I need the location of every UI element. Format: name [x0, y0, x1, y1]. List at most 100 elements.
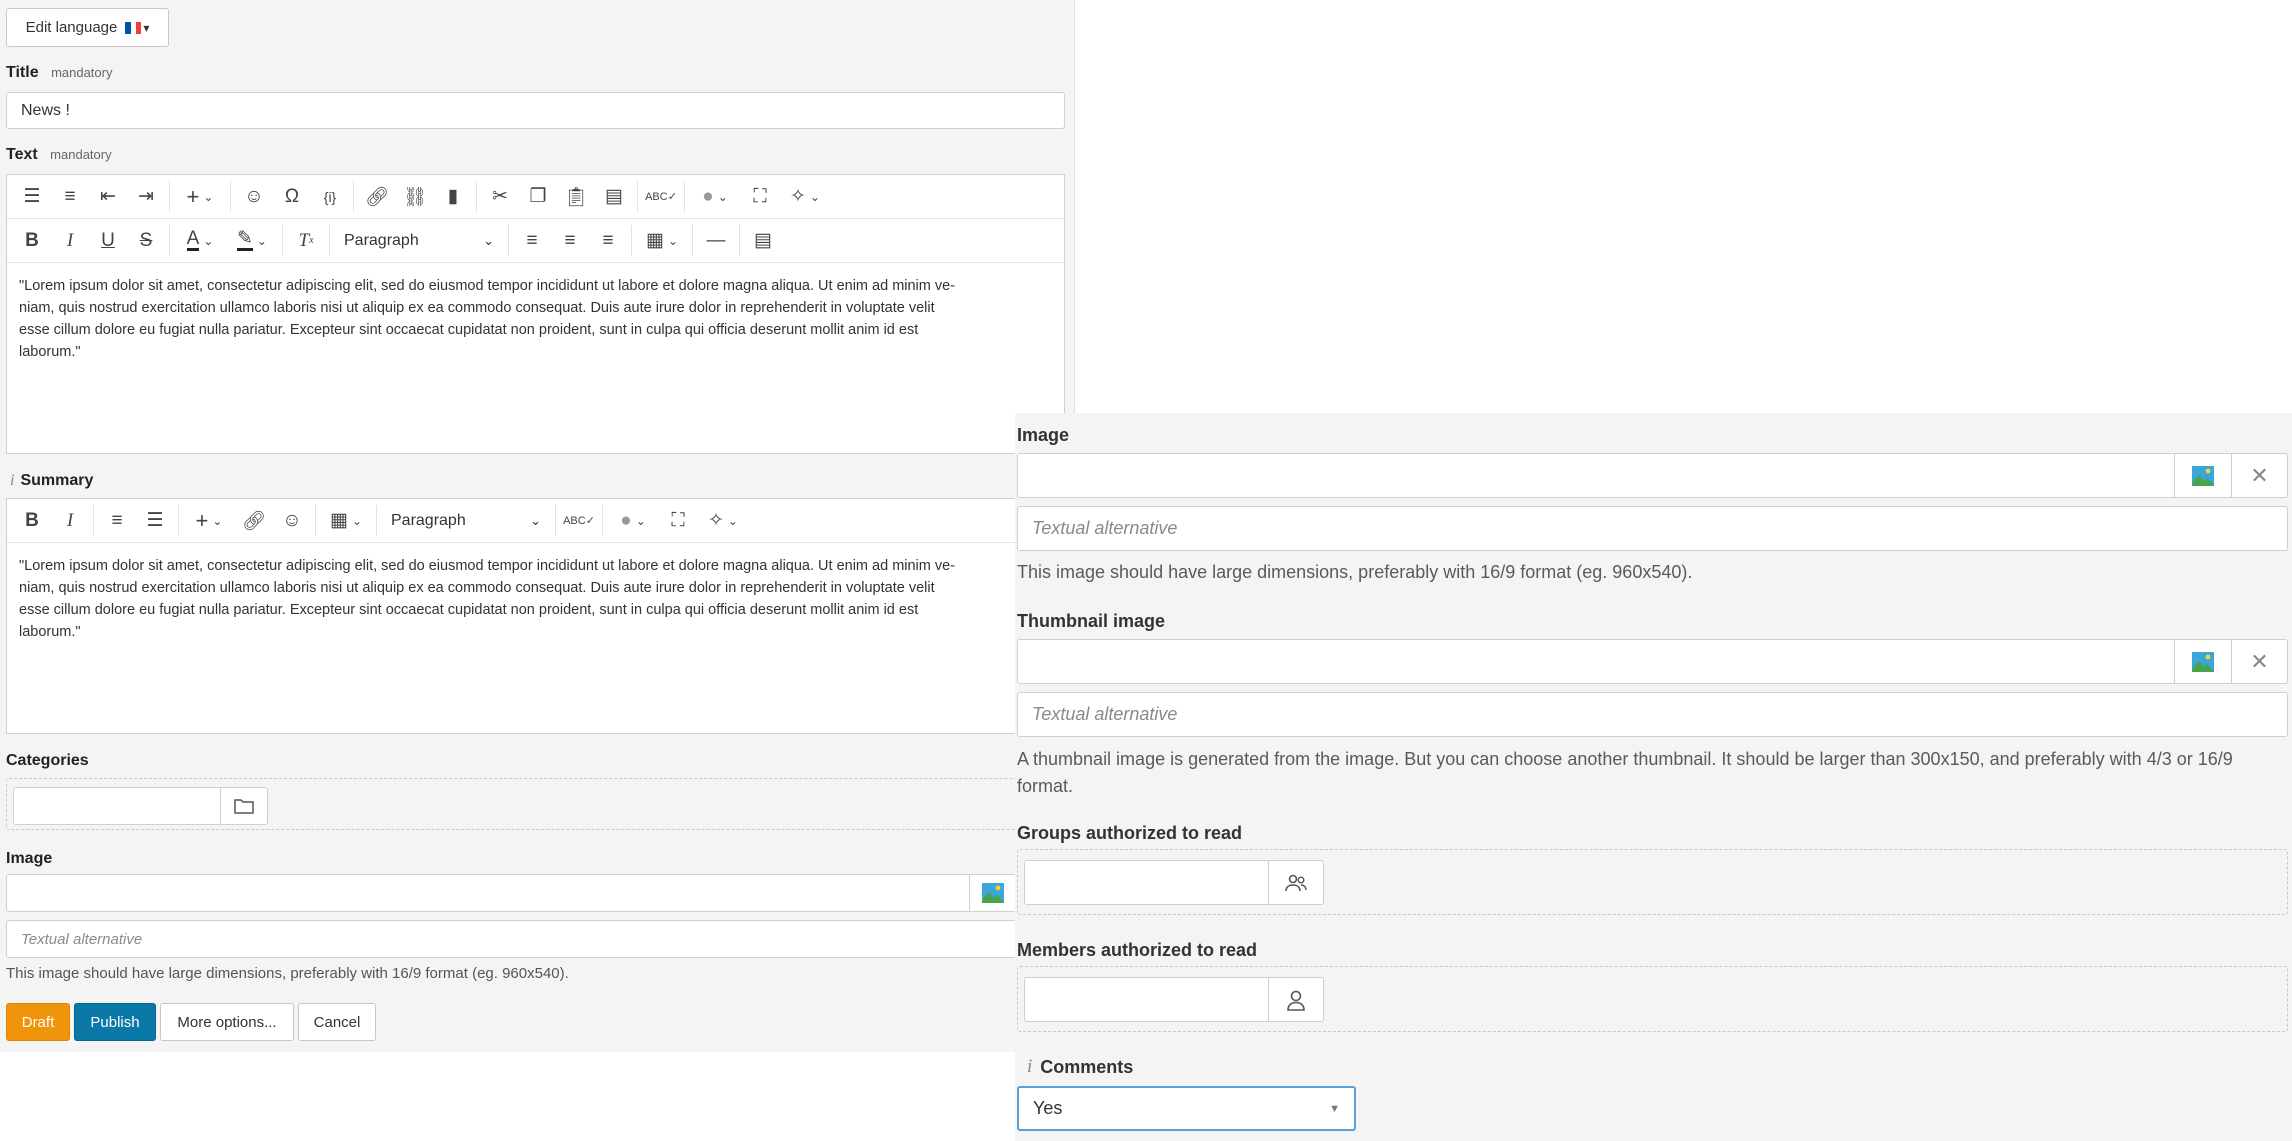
image-picker-button[interactable] [2174, 453, 2232, 498]
outdent-icon[interactable]: ⇤ [89, 175, 127, 218]
table-icon[interactable]: ▦ ⌄ [320, 499, 372, 542]
paste-text-icon[interactable]: ▤ [595, 175, 633, 218]
spellcheck-icon[interactable]: ABC✓ [642, 175, 680, 218]
numbered-list-icon[interactable]: ≡ [98, 499, 136, 542]
publish-button[interactable]: Publish [74, 1003, 156, 1041]
text-editor-content[interactable]: "Lorem ipsum dolor sit amet, consectetur… [7, 263, 1064, 453]
left-image-picker-button[interactable] [969, 874, 1017, 912]
left-image-alt-input[interactable]: Textual alternative [6, 920, 1065, 958]
text-label: Text [6, 146, 38, 163]
magic-icon[interactable]: ✧ ⌄ [697, 499, 749, 542]
summary-line: laborum." [19, 624, 81, 640]
indent-icon[interactable]: ⇥ [127, 175, 165, 218]
image-input[interactable] [1017, 453, 2175, 498]
thumbnail-input[interactable] [1017, 639, 2175, 684]
language-icon[interactable]: ● ⌄ [689, 175, 741, 218]
text-line: laborum." [19, 344, 81, 360]
image-help: This image should have large dimensions,… [1017, 562, 1693, 582]
summary-line: "Lorem ipsum dolor sit amet, consectetur… [19, 558, 956, 574]
groups-input[interactable] [1024, 860, 1269, 905]
bullet-list-icon[interactable]: ☰ [136, 499, 174, 542]
bold-icon[interactable]: B [13, 219, 51, 262]
toolbar-separator [631, 225, 632, 256]
unlink-icon[interactable]: ⛓︎ [396, 175, 434, 218]
members-box [1017, 966, 2288, 1032]
left-image-label: Image [6, 850, 53, 867]
fullscreen-icon[interactable]: ⛶ [659, 499, 697, 542]
groups-picker-button[interactable] [1268, 860, 1324, 905]
insert-icon[interactable]: + ⌄ [183, 499, 235, 542]
text-line: "Lorem ipsum dolor sit amet, consectetur… [19, 278, 956, 294]
members-input[interactable] [1024, 977, 1269, 1022]
italic-icon[interactable]: I [51, 499, 89, 542]
image-alt-input[interactable]: Textual alternative [1017, 506, 2288, 551]
groups-box [1017, 849, 2288, 915]
chevron-down-icon: ⌄ [483, 232, 494, 248]
source-icon[interactable]: ▤ [744, 219, 782, 262]
align-right-icon[interactable]: ≡ [589, 219, 627, 262]
cut-icon[interactable]: ✂ [481, 175, 519, 218]
members-picker-button[interactable] [1268, 977, 1324, 1022]
chevron-down-icon: ⌄ [530, 512, 541, 528]
caret-down-icon: ▼ [1329, 1102, 1340, 1115]
folder-button[interactable] [220, 787, 268, 825]
text-format-select[interactable]: Paragraph ⌄ [334, 219, 504, 262]
language-icon[interactable]: ● ⌄ [607, 499, 659, 542]
user-icon [1287, 990, 1305, 1011]
toolbar-separator [684, 181, 685, 212]
right-edit-panel: Image ✕ Textual alternative This image s… [1015, 413, 2292, 1141]
edit-language-button[interactable]: Edit language ▾ [6, 8, 169, 47]
toolbar-separator [739, 225, 740, 256]
left-image-input[interactable] [6, 874, 970, 912]
summary-format-select[interactable]: Paragraph ⌄ [381, 499, 551, 542]
summary-format-label: Paragraph [391, 511, 466, 529]
underline-icon[interactable]: U [89, 219, 127, 262]
code-braces-icon[interactable]: {i} [311, 175, 349, 218]
align-left-icon[interactable]: ≡ [513, 219, 551, 262]
omega-icon[interactable]: Ω [273, 175, 311, 218]
thumbnail-picker-button[interactable] [2174, 639, 2232, 684]
highlight-color-icon[interactable]: ✎ ⌄ [226, 219, 278, 262]
thumbnail-clear-button[interactable]: ✕ [2231, 639, 2288, 684]
paste-icon[interactable]: 📋︎ [557, 175, 595, 218]
link-icon[interactable]: 🔗︎ [235, 499, 273, 542]
fullscreen-icon[interactable]: ⛶ [741, 175, 779, 218]
insert-icon[interactable]: + ⌄ [174, 175, 226, 218]
emoji-icon[interactable]: ☺ [273, 499, 311, 542]
image-clear-button[interactable]: ✕ [2231, 453, 2288, 498]
strikethrough-icon[interactable]: S [127, 219, 165, 262]
cancel-button[interactable]: Cancel [298, 1003, 376, 1041]
summary-editor-content[interactable]: "Lorem ipsum dolor sit amet, consectetur… [7, 543, 1064, 733]
text-editor: ☰ ≡ ⇤ ⇥ + ⌄ ☺ Ω {i} 🔗︎ ⛓︎ ▮ ✂ ❐ 📋︎ ▤ ABC✓… [6, 174, 1065, 454]
bold-icon[interactable]: B [13, 499, 51, 542]
image-icon [982, 883, 1004, 903]
comments-select[interactable]: Yes ▼ [1017, 1086, 1356, 1131]
clear-format-icon[interactable]: Tx [287, 219, 325, 262]
copy-icon[interactable]: ❐ [519, 175, 557, 218]
align-center-icon[interactable]: ≡ [551, 219, 589, 262]
horizontal-rule-icon[interactable]: — [697, 219, 735, 262]
categories-input[interactable] [13, 787, 221, 825]
text-color-icon[interactable]: A ⌄ [174, 219, 226, 262]
title-label-row: Title mandatory [6, 64, 112, 82]
title-input[interactable]: News ! [6, 92, 1065, 129]
toolbar-separator [637, 181, 638, 212]
thumbnail-help: A thumbnail image is generated from the … [1017, 749, 2233, 796]
link-icon[interactable]: 🔗︎ [358, 175, 396, 218]
text-editor-toolbar-2: B I U S A ⌄ ✎ ⌄ Tx Paragraph ⌄ ≡ ≡ ≡ ▦ ⌄ — … [7, 219, 1064, 263]
magic-icon[interactable]: ✧ ⌄ [779, 175, 831, 218]
numbered-list-icon[interactable]: ≡ [51, 175, 89, 218]
spellcheck-icon[interactable]: ABC✓ [560, 499, 598, 542]
members-label: Members authorized to read [1017, 940, 1258, 960]
italic-icon[interactable]: I [51, 219, 89, 262]
draft-button[interactable]: Draft [6, 1003, 70, 1041]
text-label-row: Text mandatory [6, 146, 112, 164]
table-icon[interactable]: ▦ ⌄ [636, 219, 688, 262]
toolbar-separator [555, 505, 556, 536]
toolbar-separator [508, 225, 509, 256]
more-options-button[interactable]: More options... [160, 1003, 294, 1041]
thumbnail-alt-input[interactable]: Textual alternative [1017, 692, 2288, 737]
emoji-icon[interactable]: ☺ [235, 175, 273, 218]
bookmark-icon[interactable]: ▮ [434, 175, 472, 218]
bullet-list-icon[interactable]: ☰ [13, 175, 51, 218]
